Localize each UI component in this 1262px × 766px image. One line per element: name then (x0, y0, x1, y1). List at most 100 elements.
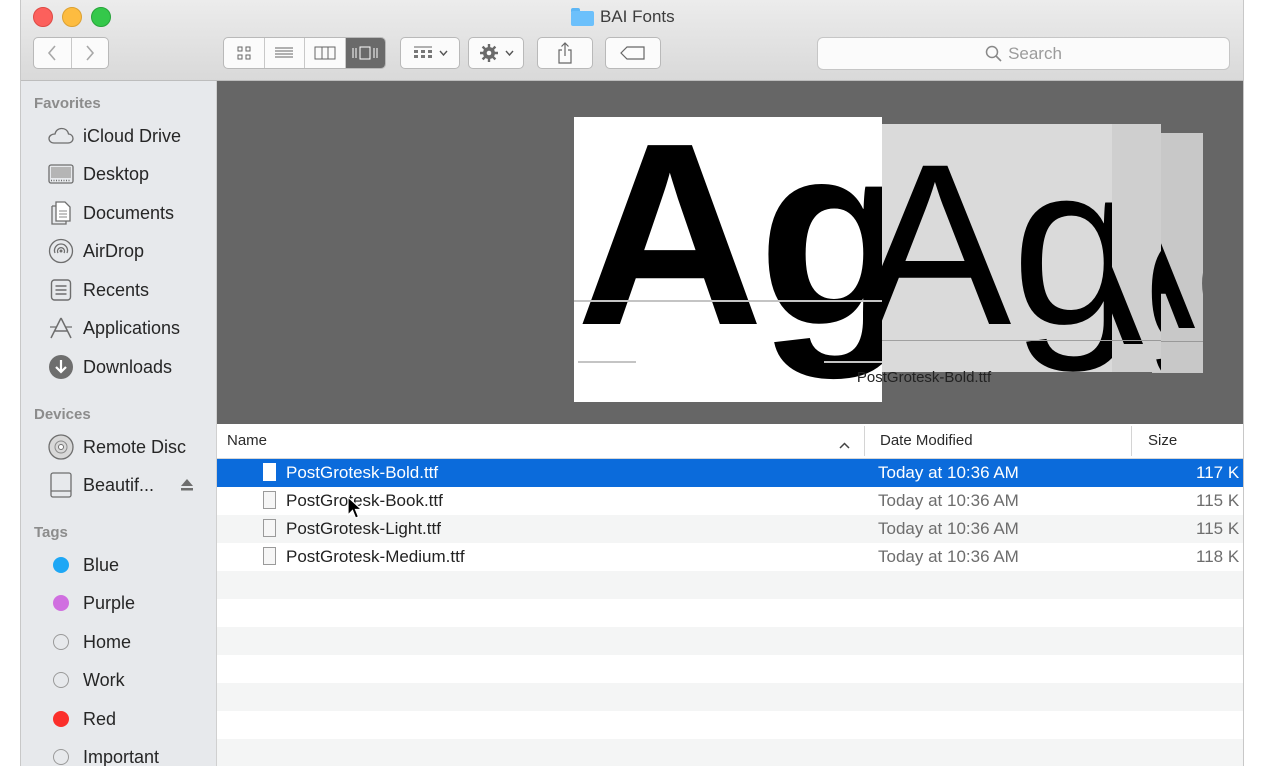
finder-window: BAI Fonts Search Favorites iCloud Drive … (20, 0, 1244, 766)
window-title: BAI Fonts (571, 6, 675, 28)
minimize-window-button[interactable] (62, 7, 82, 27)
list-stripe (217, 571, 1243, 599)
file-size: 118 K (1196, 547, 1240, 566)
cover-flow-card-light[interactable]: Ag (1110, 124, 1161, 372)
disc-icon (47, 434, 75, 460)
sidebar-section-devices: Devices (34, 406, 91, 423)
cloud-icon (47, 127, 75, 145)
drive-icon (47, 472, 75, 498)
font-file-icon (263, 463, 276, 481)
font-file-icon (263, 491, 276, 509)
cover-flow-icon (352, 46, 378, 60)
sidebar-item-label: Blue (83, 554, 120, 575)
airdrop-icon (47, 238, 75, 264)
file-size: 117 K (1196, 463, 1240, 482)
column-view-button[interactable] (305, 38, 346, 68)
column-divider[interactable] (864, 426, 865, 456)
edit-tags-button[interactable] (605, 37, 661, 69)
desktop-icon (47, 164, 75, 184)
sidebar-item-downloads[interactable]: Downloads (47, 352, 172, 382)
sidebar-item-label: Purple (83, 592, 136, 613)
search-field[interactable]: Search (817, 37, 1230, 70)
table-row[interactable]: PostGrotesk-Book.ttf Today at 10:36 AM 1… (217, 487, 1243, 515)
sidebar-item-remote-disc[interactable]: Remote Disc (47, 432, 186, 462)
sidebar-item-desktop[interactable]: Desktop (47, 159, 149, 189)
view-mode-segmented-control (223, 37, 386, 69)
mouse-cursor-icon (347, 495, 364, 525)
sort-ascending-icon[interactable] (839, 436, 850, 453)
table-row[interactable]: PostGrotesk-Light.ttf Today at 10:36 AM … (217, 515, 1243, 543)
arrange-button[interactable] (400, 37, 460, 69)
titlebar: BAI Fonts Search (21, 0, 1243, 81)
column-header-date-modified[interactable]: Date Modified (880, 432, 973, 449)
sidebar-item-icloud-drive[interactable]: iCloud Drive (47, 121, 181, 151)
blue-tag-dot-icon (53, 557, 69, 573)
list-view-icon (275, 47, 294, 58)
list-stripe (217, 627, 1243, 655)
sidebar-item-label: Important (83, 746, 160, 766)
sidebar-item-label: Documents (83, 202, 175, 223)
icon-view-icon (237, 46, 251, 60)
chevron-left-icon (48, 45, 56, 61)
back-button[interactable] (34, 38, 72, 68)
eject-icon[interactable] (180, 478, 194, 492)
purple-tag-dot-icon (53, 595, 69, 611)
column-view-icon (314, 46, 336, 60)
file-name: PostGrotesk-Book.ttf (286, 491, 443, 510)
file-name: PostGrotesk-Light.ttf (286, 519, 441, 538)
file-date-modified: Today at 10:36 AM (878, 519, 1019, 538)
column-divider[interactable] (1131, 426, 1132, 456)
zoom-window-button[interactable] (91, 7, 111, 27)
work-tag-dot-icon (53, 672, 69, 688)
sidebar-item-label: iCloud Drive (83, 125, 182, 146)
chevron-down-icon (504, 50, 514, 56)
close-window-button[interactable] (33, 7, 53, 27)
icon-view-button[interactable] (224, 38, 265, 68)
file-name: PostGrotesk-Bold.ttf (286, 463, 439, 482)
table-row[interactable]: PostGrotesk-Medium.ttf Today at 10:36 AM… (217, 543, 1243, 571)
sidebar-tag-red[interactable]: Red (47, 704, 116, 734)
sidebar-tag-home[interactable]: Home (47, 627, 131, 657)
sidebar-tag-purple[interactable]: Purple (47, 588, 135, 618)
cover-flow-card-bold[interactable]: Ag (574, 117, 882, 402)
search-icon (985, 45, 1002, 62)
cover-flow-preview: Ag Ag Ag Ag PostGrotesk-Bold.ttf (217, 81, 1243, 424)
preview-caption: PostGrotesk-Bold.ttf (856, 369, 992, 386)
column-header-size[interactable]: Size (1148, 432, 1177, 449)
file-date-modified: Today at 10:36 AM (878, 491, 1019, 510)
sidebar-item-airdrop[interactable]: AirDrop (47, 236, 144, 266)
downloads-icon (47, 354, 75, 380)
sidebar-item-applications[interactable]: Applications (47, 313, 180, 343)
back-forward-group (33, 37, 109, 69)
list-stripe (217, 739, 1243, 766)
sidebar-tag-blue[interactable]: Blue (47, 550, 119, 580)
cover-flow-view-button[interactable] (345, 38, 385, 68)
font-file-icon (263, 519, 276, 537)
column-header-name[interactable]: Name (227, 432, 267, 449)
sidebar: Favorites iCloud Drive Desktop Documents… (21, 81, 217, 766)
font-file-icon (263, 547, 276, 565)
list-view-button[interactable] (265, 38, 305, 68)
gear-icon (479, 44, 498, 62)
applications-icon (47, 316, 75, 340)
file-date-modified: Today at 10:36 AM (878, 547, 1019, 566)
sidebar-item-label: Remote Disc (83, 436, 187, 457)
file-name: PostGrotesk-Medium.ttf (286, 547, 465, 566)
forward-button[interactable] (72, 38, 109, 68)
search-placeholder: Search (1008, 43, 1062, 63)
action-menu-button[interactable] (468, 37, 524, 69)
sidebar-tag-important[interactable]: Important (47, 742, 159, 766)
sidebar-item-label: Recents (83, 279, 150, 300)
tag-icon (620, 46, 645, 60)
preview-glyph: Ag (882, 130, 1112, 360)
sidebar-item-recents[interactable]: Recents (47, 275, 149, 305)
share-button[interactable] (537, 37, 593, 69)
table-row[interactable]: PostGrotesk-Bold.ttf Today at 10:36 AM 1… (217, 459, 1243, 487)
sidebar-tag-work[interactable]: Work (47, 665, 125, 695)
sidebar-item-documents[interactable]: Documents (47, 198, 174, 228)
arrange-grid-icon (413, 46, 432, 58)
folder-icon (571, 8, 594, 26)
chevron-right-icon (86, 45, 94, 61)
sidebar-item-beautif[interactable]: Beautif... (47, 470, 194, 500)
cover-flow-card-book[interactable]: Ag (882, 124, 1112, 372)
